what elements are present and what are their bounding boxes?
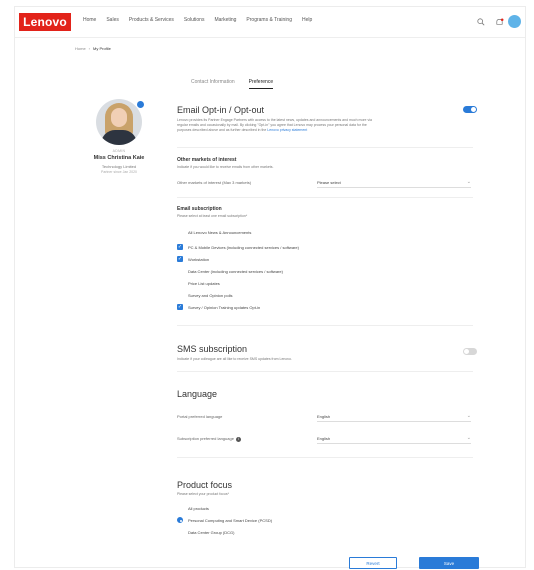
chevron-down-icon: ⌄ xyxy=(466,179,471,185)
sms-description: Indicate if your colleague are all like … xyxy=(177,357,292,361)
nav-solutions[interactable]: Solutions xyxy=(184,17,205,23)
checkbox[interactable] xyxy=(177,229,183,235)
product-focus-description: Please select your product focus* xyxy=(177,492,229,496)
user-avatar[interactable] xyxy=(508,15,521,28)
nav-sales[interactable]: Sales xyxy=(106,17,119,23)
portal-language-label: Portal preferred language xyxy=(177,414,223,419)
tab-contact-information[interactable]: Contact Information xyxy=(191,79,235,89)
sms-toggle[interactable] xyxy=(463,348,477,355)
language-title: Language xyxy=(177,389,218,399)
revert-button[interactable]: Revert xyxy=(349,557,397,569)
subscription-item[interactable]: All Lenovo News & Announcements xyxy=(177,229,251,235)
divider xyxy=(177,197,473,198)
search-icon[interactable] xyxy=(475,16,487,28)
checkbox-checked-icon[interactable]: ✓ xyxy=(177,256,183,262)
subscription-item[interactable]: ✓ Workstation xyxy=(177,256,209,262)
notification-icon[interactable] xyxy=(493,16,505,28)
subscription-language-value: English xyxy=(317,435,331,441)
radio-selected-icon[interactable] xyxy=(177,517,183,523)
divider xyxy=(177,457,473,458)
subscription-language-select[interactable]: English ⌄ xyxy=(317,433,471,444)
info-icon[interactable]: i xyxy=(235,437,241,442)
profile-photo-wrap xyxy=(96,99,144,145)
other-markets-placeholder: Please select xyxy=(317,179,341,185)
product-focus-option[interactable]: All products xyxy=(177,505,209,511)
checkbox-checked-icon[interactable]: ✓ xyxy=(177,304,183,310)
top-header: Lenovo Home Sales Products & Services So… xyxy=(15,7,525,38)
other-markets-label: Other markets of interest (Max 3 markets… xyxy=(177,180,252,185)
profile-company: Technology Limited xyxy=(101,164,137,169)
nav-programs-training[interactable]: Programs & Training xyxy=(246,17,292,23)
profile-card: ADMIN Miss Christina Kaie Technology Lim… xyxy=(79,99,159,174)
profile-name: Miss Christina Kaie xyxy=(93,155,145,161)
nav-help[interactable]: Help xyxy=(302,17,312,23)
edit-photo-icon[interactable] xyxy=(137,101,144,108)
checkbox-checked-icon[interactable]: ✓ xyxy=(177,244,183,250)
nav-marketing[interactable]: Marketing xyxy=(214,17,236,23)
subscription-item[interactable]: ✓ PC & Mobile Devices (including connect… xyxy=(177,244,299,250)
subscription-item[interactable]: Data Center (including connected service… xyxy=(177,268,283,274)
privacy-statement-link[interactable]: Lenovo privacy statement xyxy=(267,128,307,132)
breadcrumb-current: My Profile xyxy=(93,46,111,51)
lenovo-logo[interactable]: Lenovo xyxy=(19,13,71,31)
save-button[interactable]: Save xyxy=(419,557,479,569)
divider xyxy=(177,371,473,372)
subscription-language-label: Subscription preferred language i xyxy=(177,436,241,442)
radio-button[interactable] xyxy=(177,505,183,511)
nav-products-services[interactable]: Products & Services xyxy=(129,17,174,23)
sms-title: SMS subscription xyxy=(177,344,248,354)
tab-preference[interactable]: Preference xyxy=(248,79,274,89)
email-opt-title: Email Opt-in / Opt-out xyxy=(177,105,265,115)
portal-language-value: English xyxy=(317,413,331,419)
divider xyxy=(177,325,473,326)
main-nav: Home Sales Products & Services Solutions… xyxy=(83,17,312,23)
subscription-item[interactable]: ✓ Survey / Opinion Training updates Opt-… xyxy=(177,304,260,310)
chevron-down-icon: ⌄ xyxy=(466,435,471,441)
other-markets-title: Other markets of interest xyxy=(177,157,237,163)
breadcrumb-separator: › xyxy=(88,46,91,51)
product-focus-option[interactable]: Personal Computing and Smart Device (PCS… xyxy=(177,517,272,523)
profile-tabs: Contact Information Preference xyxy=(191,79,274,89)
email-subscription-description: Please select at least one email subscri… xyxy=(177,214,248,218)
email-subscription-title: Email subscription xyxy=(177,206,222,212)
profile-role: ADMIN xyxy=(112,149,126,153)
nav-home[interactable]: Home xyxy=(83,17,96,23)
subscription-item[interactable]: Survey and Opinion polls xyxy=(177,292,232,298)
chevron-down-icon: ⌄ xyxy=(466,413,471,419)
product-focus-title: Product focus xyxy=(177,480,233,490)
profile-since: Partner since Jan 2020 xyxy=(101,170,137,174)
profile-photo xyxy=(96,99,142,145)
divider xyxy=(177,147,473,148)
other-markets-description: Indicate if you would like to receive em… xyxy=(177,165,274,169)
product-focus-option[interactable]: Data Center Group (DCG) xyxy=(177,529,234,535)
checkbox[interactable] xyxy=(177,280,183,286)
email-opt-description: Lenovo provides its Partner Engage Partn… xyxy=(177,118,372,132)
breadcrumb-home[interactable]: Home xyxy=(75,46,86,51)
email-opt-toggle[interactable] xyxy=(463,106,477,113)
breadcrumb: Home › My Profile xyxy=(75,46,111,51)
other-markets-select[interactable]: Please select ⌄ xyxy=(317,177,471,188)
checkbox[interactable] xyxy=(177,292,183,298)
subscription-item[interactable]: Price List updates xyxy=(177,280,220,286)
radio-button[interactable] xyxy=(177,529,183,535)
checkbox[interactable] xyxy=(177,268,183,274)
portal-language-select[interactable]: English ⌄ xyxy=(317,411,471,422)
app-frame: Lenovo Home Sales Products & Services So… xyxy=(14,6,526,569)
